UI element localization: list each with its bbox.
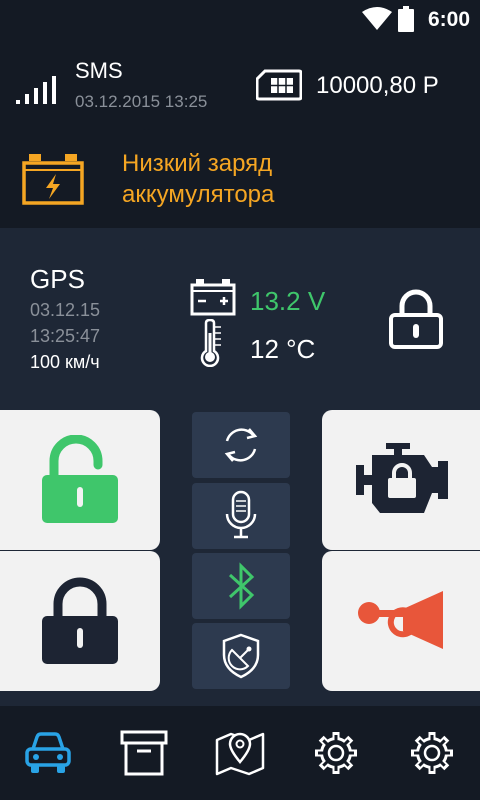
unlock-icon bbox=[42, 435, 118, 523]
alert-line-2: аккумулятора bbox=[122, 181, 275, 208]
bluetooth-button[interactable] bbox=[192, 553, 290, 619]
gps-title: GPS bbox=[30, 264, 85, 294]
microphone-button[interactable] bbox=[192, 483, 290, 549]
gps-time: 13:25:47 bbox=[30, 326, 101, 346]
settings-icon bbox=[315, 732, 357, 774]
bluetooth-icon bbox=[228, 562, 255, 610]
refresh-icon bbox=[224, 428, 258, 462]
status-bar: 6:00 bbox=[0, 0, 480, 40]
battery-status-icon bbox=[398, 6, 414, 32]
satellite-shield-icon bbox=[222, 633, 260, 679]
wifi-icon bbox=[362, 7, 392, 30]
settings-icon bbox=[411, 732, 453, 774]
nav-car[interactable] bbox=[0, 726, 96, 780]
sms-datetime: 03.12.2015 13:25 bbox=[75, 92, 208, 111]
bottom-navigation bbox=[0, 706, 480, 800]
nav-settings-2[interactable] bbox=[384, 726, 480, 780]
info-section: SMS 03.12.2015 13:25 10000,80 Р Низкий з… bbox=[0, 40, 480, 228]
lock-icon bbox=[42, 577, 118, 664]
gps-speed: 100 км/ч bbox=[30, 352, 100, 372]
satellite-protection-button[interactable] bbox=[192, 623, 290, 689]
lock-status-icon[interactable] bbox=[388, 288, 444, 350]
engine-start-button[interactable] bbox=[322, 410, 480, 550]
nav-archive[interactable] bbox=[96, 726, 192, 780]
nav-map[interactable] bbox=[192, 726, 288, 780]
car-icon bbox=[25, 732, 71, 773]
engine-lock-icon bbox=[356, 443, 448, 513]
car-battery-warning-icon bbox=[22, 154, 84, 205]
gps-date: 03.12.15 bbox=[30, 300, 101, 320]
sms-title: SMS bbox=[75, 58, 123, 83]
thermometer-icon bbox=[200, 319, 221, 367]
archive-icon bbox=[120, 730, 168, 776]
map-icon bbox=[215, 732, 265, 776]
signal-icon bbox=[16, 76, 56, 104]
battery-voltage: 13.2 V bbox=[250, 286, 326, 316]
unlock-button[interactable] bbox=[0, 410, 160, 550]
status-time: 6:00 bbox=[427, 8, 470, 31]
temperature: 12 °C bbox=[250, 334, 316, 364]
sim-card-icon bbox=[256, 69, 302, 101]
control-panel: GPS 03.12.15 13:25:47 100 км/ч 13.2 V 12… bbox=[0, 228, 480, 706]
battery-icon bbox=[190, 279, 236, 316]
microphone-icon bbox=[225, 490, 257, 539]
low-battery-alert: Низкий заряд аккумулятора bbox=[122, 148, 274, 210]
horn-button[interactable] bbox=[322, 551, 480, 691]
nav-settings[interactable] bbox=[288, 726, 384, 780]
account-balance: 10000,80 Р bbox=[316, 72, 439, 99]
alert-line-1: Низкий заряд bbox=[122, 150, 273, 177]
horn-icon bbox=[358, 591, 443, 649]
refresh-button[interactable] bbox=[192, 412, 290, 478]
lock-button[interactable] bbox=[0, 551, 160, 691]
